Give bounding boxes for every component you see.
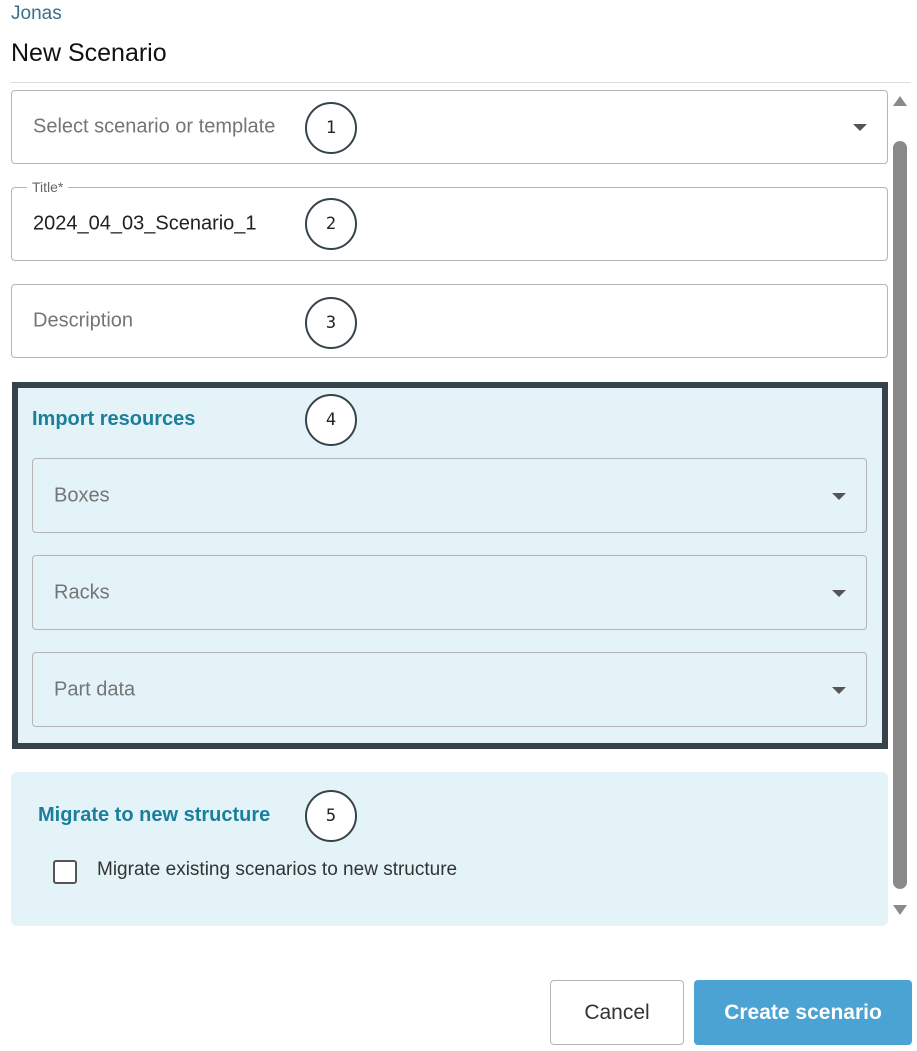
create-scenario-button[interactable]: Create scenario xyxy=(694,980,912,1045)
description-field[interactable]: Description xyxy=(11,284,888,358)
title-field-label: Title* xyxy=(27,179,69,195)
breadcrumb[interactable]: Jonas xyxy=(11,3,62,25)
migrate-checkbox[interactable] xyxy=(53,860,77,884)
title-field[interactable]: 2024_04_03_Scenario_1 xyxy=(11,187,888,261)
header-divider xyxy=(11,82,911,83)
import-resources-panel: Import resources Boxes Racks Part data xyxy=(12,382,888,749)
migrate-heading: Migrate to new structure xyxy=(38,804,271,826)
racks-select[interactable]: Racks xyxy=(32,555,867,630)
chevron-down-icon[interactable] xyxy=(853,124,867,131)
part-data-select[interactable]: Part data xyxy=(32,652,867,727)
cancel-button[interactable]: Cancel xyxy=(550,980,684,1045)
callout-marker-2: 2 xyxy=(305,198,357,250)
import-resources-heading: Import resources xyxy=(32,408,196,430)
title-field-value: 2024_04_03_Scenario_1 xyxy=(33,212,257,235)
callout-marker-4: 4 xyxy=(305,394,357,446)
migrate-panel: Migrate to new structure Migrate existin… xyxy=(11,772,888,926)
chevron-down-icon[interactable] xyxy=(832,686,846,694)
callout-marker-5: 5 xyxy=(305,790,357,842)
boxes-select[interactable]: Boxes xyxy=(32,458,867,533)
callout-marker-1: 1 xyxy=(305,102,357,154)
scroll-down-icon[interactable] xyxy=(893,905,907,915)
boxes-select-placeholder: Boxes xyxy=(54,484,110,506)
scrollbar-thumb[interactable] xyxy=(893,141,907,889)
scenario-template-select[interactable]: Select scenario or template xyxy=(11,90,888,164)
part-data-select-placeholder: Part data xyxy=(54,678,136,700)
migrate-checkbox-label[interactable]: Migrate existing scenarios to new struct… xyxy=(97,859,457,881)
description-placeholder: Description xyxy=(33,309,134,332)
page-title: New Scenario xyxy=(11,39,167,67)
scroll-up-icon[interactable] xyxy=(893,96,907,106)
racks-select-placeholder: Racks xyxy=(54,581,110,603)
callout-marker-3: 3 xyxy=(305,297,357,349)
chevron-down-icon[interactable] xyxy=(832,589,846,597)
scenario-select-placeholder: Select scenario or template xyxy=(33,115,276,138)
chevron-down-icon[interactable] xyxy=(832,492,846,500)
